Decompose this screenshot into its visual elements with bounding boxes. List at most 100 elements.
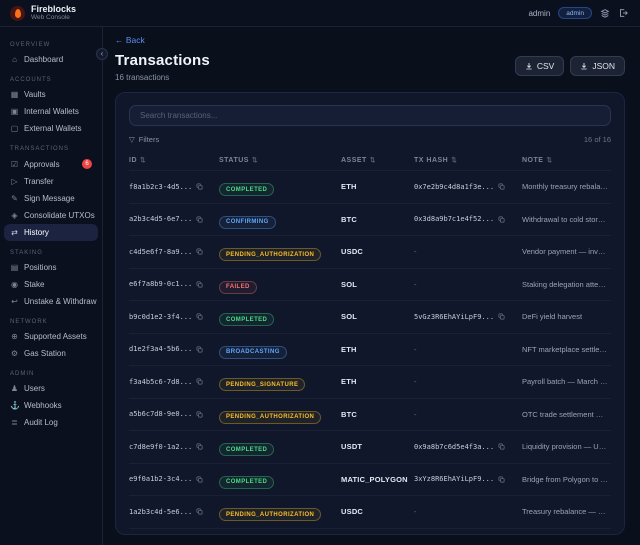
logout-icon[interactable] bbox=[618, 8, 628, 18]
export-csv-button[interactable]: CSV bbox=[514, 56, 565, 76]
export-json-button[interactable]: JSON bbox=[570, 56, 625, 76]
sidebar-item-supported-assets[interactable]: ⊕ Supported Assets bbox=[0, 328, 102, 345]
filters-button[interactable]: ▽ Filters bbox=[129, 135, 159, 144]
users-icon: ♟ bbox=[10, 384, 19, 393]
sidebar-item-consolidate-utxos[interactable]: ◈ Consolidate UTXOs bbox=[0, 207, 102, 224]
sidebar-collapse-button[interactable]: ‹ bbox=[96, 48, 108, 60]
stake-icon: ◉ bbox=[11, 280, 18, 289]
cell-status: FAILED bbox=[219, 275, 341, 294]
approvals-icon: ☑ bbox=[10, 159, 19, 169]
status-badge: BROADCASTING bbox=[219, 345, 287, 359]
sidebar-item-unstake-withdraw[interactable]: ↩ Unstake & Withdraw bbox=[0, 293, 102, 310]
copy-icon[interactable] bbox=[196, 248, 203, 255]
sidebar-item-external-wallets[interactable]: ▢ External Wallets bbox=[0, 120, 102, 137]
tx-hash-empty: - bbox=[414, 409, 417, 419]
sidebar-item-internal-wallets[interactable]: ▣ Internal Wallets bbox=[0, 103, 102, 120]
table-row[interactable]: c7d8e9f0-1a2... COMPLETED USDT 0x9a8b7c6d5e… bbox=[129, 430, 611, 463]
cell-tx-hash: - bbox=[414, 507, 522, 516]
column-header-asset[interactable]: ASSET ⇅ bbox=[341, 156, 414, 165]
column-header-id[interactable]: ID ⇅ bbox=[129, 156, 219, 165]
table-row[interactable]: d1e2f3a4-5b6... BROADCASTING ETH - NFT marke… bbox=[129, 332, 611, 366]
table-row[interactable]: 1a2b3c4d-5e6... PENDING_AUTHORIZATION USDC… bbox=[129, 495, 611, 528]
tx-hash-empty: - bbox=[414, 507, 417, 517]
copy-icon[interactable] bbox=[498, 183, 505, 190]
copy-icon[interactable] bbox=[196, 508, 203, 515]
sidebar-item-dashboard[interactable]: ⌂ Dashboard bbox=[0, 51, 102, 68]
sidebar-item-history[interactable]: ⇄ History bbox=[4, 224, 98, 241]
sidebar-item-label: Supported Assets bbox=[24, 332, 87, 341]
search-input[interactable] bbox=[129, 105, 611, 126]
sidebar-item-approvals[interactable]: ☑ Approvals 6 bbox=[0, 155, 102, 173]
table-row[interactable]: f3a4b5c6-7d8... PENDING_SIGNATURE ETH - Payr… bbox=[129, 365, 611, 398]
cell-tx-hash: 3xYz8R6EhAYiLpF9... bbox=[414, 475, 522, 483]
transaction-id: a5b6c7d8-9e0... bbox=[129, 410, 193, 419]
cell-asset: USDC bbox=[341, 247, 364, 257]
copy-icon[interactable] bbox=[196, 216, 203, 223]
copy-icon[interactable] bbox=[196, 378, 203, 385]
copy-icon[interactable] bbox=[196, 346, 203, 353]
transaction-id: 1a2b3c4d-5e6... bbox=[129, 507, 193, 516]
copy-icon[interactable] bbox=[498, 443, 505, 450]
cell-tx-hash: - bbox=[414, 410, 522, 419]
table-row[interactable]: a2b3c4d5-6e7... CONFIRMING BTC 0x3d8a9b7c1e… bbox=[129, 202, 611, 236]
sidebar-item-stake[interactable]: ◉ Stake bbox=[0, 276, 102, 293]
cell-note: Treasury rebalance — Q1 2026 bbox=[522, 507, 611, 517]
table-row[interactable]: a5b6c7d8-9e0... PENDING_AUTHORIZATION BTC -… bbox=[129, 397, 611, 431]
sidebar-item-webhooks[interactable]: ⚓ Webhooks bbox=[0, 397, 102, 414]
cell-id: a5b6c7d8-9e0... bbox=[129, 410, 219, 418]
transaction-id: a2b3c4d5-6e7... bbox=[129, 215, 193, 224]
back-link[interactable]: ← Back bbox=[115, 35, 145, 45]
column-header-label: ASSET bbox=[341, 156, 367, 164]
result-count: 16 of 16 bbox=[583, 135, 611, 144]
table-row[interactable]: 3c4d5e6f-7a8...COMPLETEDLINK0x1e4b7a9c2d… bbox=[129, 527, 611, 535]
sidebar-item-sign-message[interactable]: ✎ Sign Message bbox=[0, 190, 102, 207]
cell-status: COMPLETED bbox=[219, 470, 341, 489]
cell-note: Liquidity provision — Uniswap V3 bbox=[522, 442, 611, 452]
sidebar-item-label: Unstake & Withdraw bbox=[24, 297, 97, 306]
transaction-id: e9f0a1b2-3c4... bbox=[129, 475, 193, 484]
tx-hash-empty: - bbox=[414, 377, 417, 387]
copy-icon[interactable] bbox=[196, 183, 203, 190]
copy-icon[interactable] bbox=[196, 313, 203, 320]
cell-id: e6f7a8b9-0c1... bbox=[129, 280, 219, 288]
cell-id: f8a1b2c3-4d5... bbox=[129, 183, 219, 191]
column-header-note[interactable]: NOTE ⇅ bbox=[522, 156, 611, 165]
copy-icon[interactable] bbox=[498, 313, 505, 320]
cell-asset: USDT bbox=[341, 442, 363, 452]
tx-hash: 0x9a8b7c6d5e4f3a... bbox=[414, 442, 495, 451]
sidebar-item-gas-station[interactable]: ⚙ Gas Station bbox=[0, 345, 102, 362]
cell-tx-hash: 0x9a8b7c6d5e4f3a... bbox=[414, 443, 522, 451]
sidebar: OVERVIEW ⌂ Dashboard ACCOUNTS ▦ Vaults ▣ Intern… bbox=[0, 27, 103, 545]
sidebar-item-transfer[interactable]: ▷ Transfer bbox=[0, 173, 102, 190]
copy-icon[interactable] bbox=[196, 281, 203, 288]
column-header-tx-hash[interactable]: TX HASH ⇅ bbox=[414, 156, 522, 165]
copy-icon[interactable] bbox=[498, 476, 505, 483]
table-row[interactable]: e9f0a1b2-3c4... COMPLETED MATIC_POLYGON 3xY… bbox=[129, 462, 611, 496]
copy-icon[interactable] bbox=[196, 476, 203, 483]
column-header-status[interactable]: STATUS ⇅ bbox=[219, 156, 341, 165]
cell-note: DeFi yield harvest bbox=[522, 312, 583, 322]
table-row[interactable]: b9c0d1e2-3f4... COMPLETED SOL 5vGz3R6EhAYiL… bbox=[129, 300, 611, 333]
sidebar-section-label: ACCOUNTS bbox=[10, 77, 52, 83]
copy-icon[interactable] bbox=[498, 216, 505, 223]
table-row[interactable]: e6f7a8b9-0c1... FAILED SOL - Staking delegat… bbox=[129, 267, 611, 301]
sidebar-item-positions[interactable]: ▤ Positions bbox=[0, 259, 102, 276]
table-row[interactable]: f8a1b2c3-4d5... COMPLETED ETH 0x7e2b9c4d8a1… bbox=[129, 170, 611, 203]
copy-icon[interactable] bbox=[196, 443, 203, 450]
gas-station-icon: ⚙ bbox=[10, 349, 19, 358]
sidebar-item-users[interactable]: ♟ Users bbox=[0, 380, 102, 397]
cell-id: e9f0a1b2-3c4... bbox=[129, 475, 219, 483]
cell-asset: BTC bbox=[341, 409, 358, 419]
sidebar-item-vaults[interactable]: ▦ Vaults bbox=[0, 86, 102, 103]
webhooks-icon: ⚓ bbox=[10, 401, 20, 410]
sidebar-item-audit-log[interactable]: ≣ Audit Log bbox=[0, 414, 102, 431]
cell-asset: ETH bbox=[341, 182, 357, 192]
cell-asset: SOL bbox=[341, 312, 358, 322]
tx-hash: 3xYz8R6EhAYiLpF9... bbox=[414, 475, 495, 484]
stack-icon[interactable] bbox=[600, 8, 610, 18]
cell-asset: BTC bbox=[341, 214, 358, 224]
sort-icon: ⇅ bbox=[369, 157, 376, 164]
table-row[interactable]: c4d5e6f7-8a9... PENDING_AUTHORIZATION USDC… bbox=[129, 235, 611, 268]
copy-icon[interactable] bbox=[196, 411, 203, 418]
cell-asset: SOL bbox=[341, 279, 358, 289]
